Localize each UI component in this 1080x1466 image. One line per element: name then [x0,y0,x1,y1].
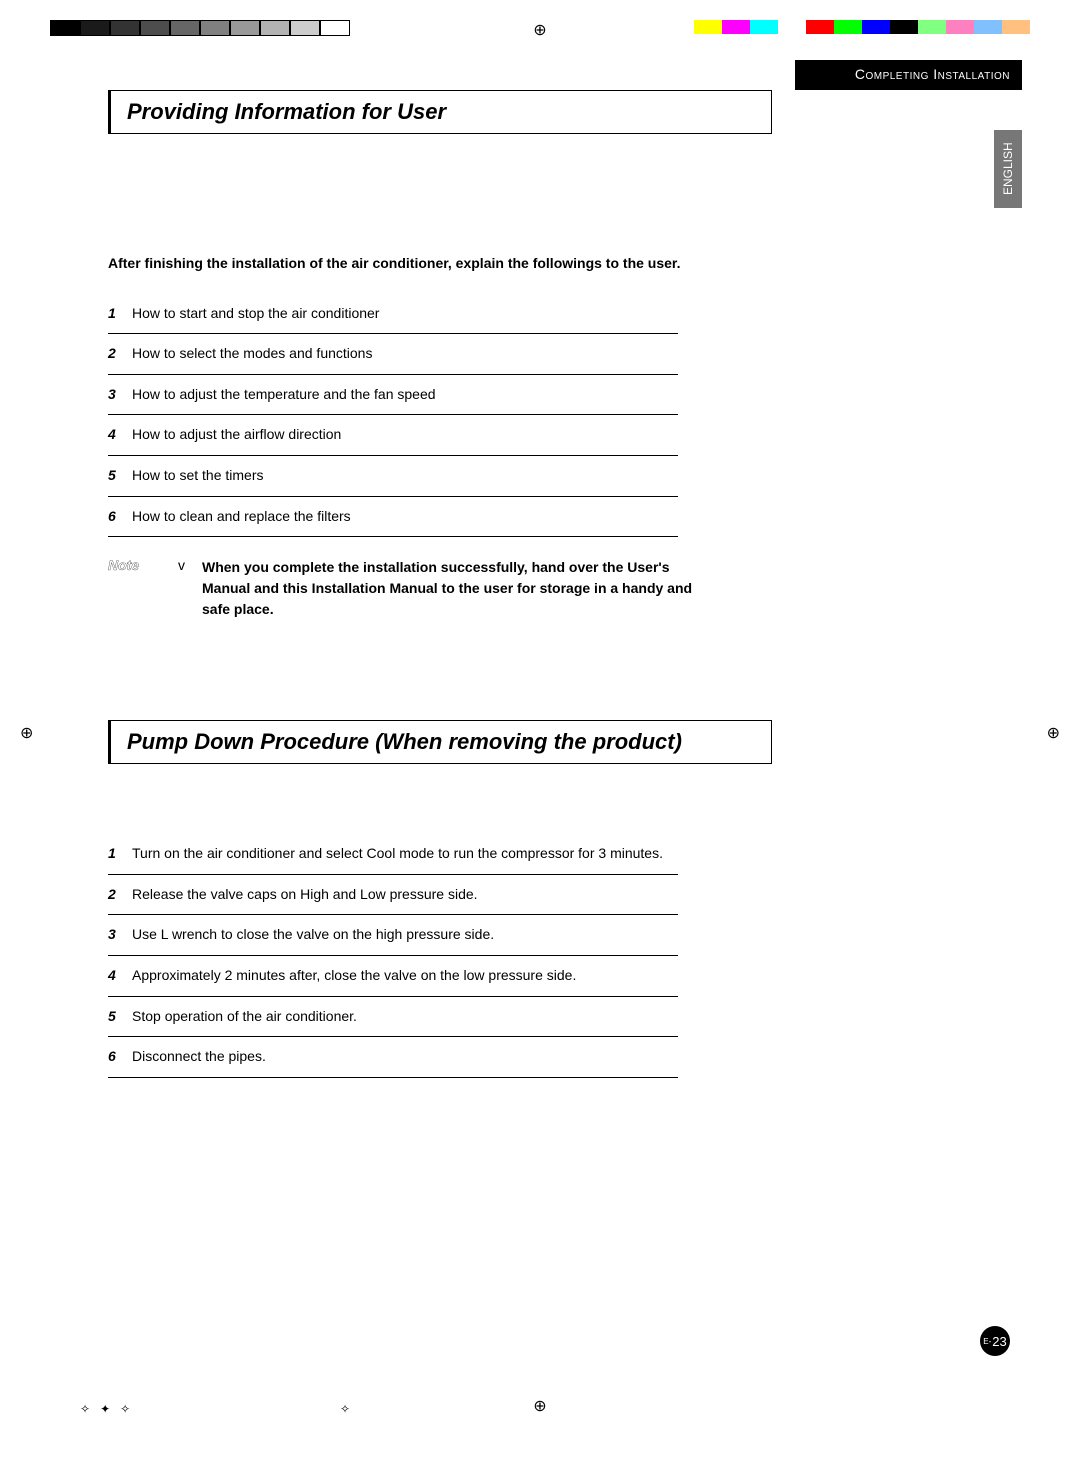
step-row: 6How to clean and replace the filters [108,497,678,538]
step-text: How to clean and replace the filters [132,507,678,527]
step-number: 5 [108,1007,132,1027]
step-number: 3 [108,925,132,945]
section-tab: Completing Installation [795,60,1022,90]
step-text: How to adjust the airflow direction [132,425,678,445]
step-row: 5Stop operation of the air conditioner. [108,997,678,1038]
section2-steps: 1Turn on the air conditioner and select … [108,834,678,1078]
step-row: 3How to adjust the temperature and the f… [108,375,678,416]
step-row: 2Release the valve caps on High and Low … [108,875,678,916]
step-number: 4 [108,425,132,445]
registration-mark-icon: ⊕ [533,1396,546,1416]
registration-mark-icon: ⊕ [20,723,33,743]
gray-swatches [50,20,350,36]
step-text: How to adjust the temperature and the fa… [132,385,678,405]
step-row: 1Turn on the air conditioner and select … [108,834,678,875]
section-heading-providing-info: Providing Information for User [108,90,772,134]
step-number: 4 [108,966,132,986]
footer-marks: ✧✦✧ [80,1402,130,1416]
step-number: 6 [108,1047,132,1067]
step-row: 2How to select the modes and functions [108,334,678,375]
step-number: 1 [108,304,132,324]
step-text: Approximately 2 minutes after, close the… [132,966,678,986]
step-text: How to set the timers [132,466,678,486]
page-number: E-23 [980,1326,1010,1356]
step-text: Use L wrench to close the valve on the h… [132,925,678,945]
step-text: How to start and stop the air conditione… [132,304,678,324]
step-text: Release the valve caps on High and Low p… [132,885,678,905]
step-number: 2 [108,885,132,905]
step-text: How to select the modes and functions [132,344,678,364]
step-text: Turn on the air conditioner and select C… [132,844,678,864]
note-row: Note v When you complete the installatio… [108,557,708,620]
step-row: 4How to adjust the airflow direction [108,415,678,456]
note-text: When you complete the installation succe… [202,557,708,620]
step-row: 5How to set the timers [108,456,678,497]
step-number: 1 [108,844,132,864]
step-row: 6Disconnect the pipes. [108,1037,678,1078]
color-swatches [694,20,1030,34]
section-heading-pump-down: Pump Down Procedure (When removing the p… [108,720,772,764]
section1-intro: After finishing the installation of the … [108,254,808,274]
registration-mark-icon: ⊕ [533,20,546,40]
registration-mark-icon: ⊕ [1047,723,1060,743]
step-number: 3 [108,385,132,405]
step-row: 3Use L wrench to close the valve on the … [108,915,678,956]
section1-steps: 1How to start and stop the air condition… [108,294,678,538]
step-number: 6 [108,507,132,527]
step-row: 4Approximately 2 minutes after, close th… [108,956,678,997]
step-number: 5 [108,466,132,486]
footer-mark-mid: ✧ [340,1402,350,1416]
language-tab: ENGLISH [994,130,1022,208]
step-text: Stop operation of the air conditioner. [132,1007,678,1027]
step-number: 2 [108,344,132,364]
step-row: 1How to start and stop the air condition… [108,294,678,335]
note-bullet: v [178,557,202,620]
note-label: Note [108,557,178,620]
step-text: Disconnect the pipes. [132,1047,678,1067]
